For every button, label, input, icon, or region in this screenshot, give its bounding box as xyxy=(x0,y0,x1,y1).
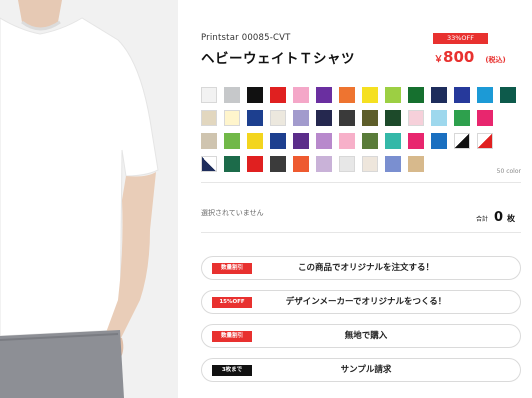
color-swatch[interactable] xyxy=(431,87,447,103)
color-swatch[interactable] xyxy=(293,156,309,172)
color-swatch[interactable] xyxy=(224,156,240,172)
action-label: 無地で購入 xyxy=(344,331,388,341)
color-swatch[interactable] xyxy=(408,156,424,172)
color-swatch[interactable] xyxy=(362,133,378,149)
color-swatch[interactable] xyxy=(293,133,309,149)
color-swatch[interactable] xyxy=(339,133,355,149)
color-swatch[interactable] xyxy=(247,110,263,126)
color-swatch[interactable] xyxy=(454,110,470,126)
color-swatch[interactable] xyxy=(385,133,401,149)
color-swatch[interactable] xyxy=(316,133,332,149)
color-swatch[interactable] xyxy=(362,87,378,103)
color-swatch[interactable] xyxy=(201,133,217,149)
color-swatch[interactable] xyxy=(224,87,240,103)
product-info-panel: Printstar 00085-CVT ヘビーウェイトＴシャツ 33%OFF ￥… xyxy=(201,0,521,398)
color-swatch[interactable] xyxy=(339,156,355,172)
color-swatch[interactable] xyxy=(477,133,493,149)
color-swatch[interactable] xyxy=(270,156,286,172)
color-count: 50 color xyxy=(496,168,521,175)
price: ￥800 (税込) xyxy=(434,47,506,66)
color-swatch[interactable] xyxy=(362,110,378,126)
color-swatch[interactable] xyxy=(454,133,470,149)
color-swatch[interactable] xyxy=(293,87,309,103)
order-original-button[interactable]: 数量割引 この商品でオリジナルを注文する！ xyxy=(201,256,521,280)
color-swatch[interactable] xyxy=(201,156,217,172)
selection-status: 選択されていません xyxy=(201,209,264,217)
sample-request-button[interactable]: 3枚まで サンプル請求 xyxy=(201,358,521,382)
color-swatch[interactable] xyxy=(339,110,355,126)
action-label: デザインメーカーでオリジナルをつくる！ xyxy=(285,297,447,307)
color-swatch[interactable] xyxy=(500,87,516,103)
design-maker-button[interactable]: 15%OFF デザインメーカーでオリジナルをつくる！ xyxy=(201,290,521,314)
color-swatch[interactable] xyxy=(316,110,332,126)
yen-mark: ￥ xyxy=(434,55,444,65)
product-photo xyxy=(0,0,178,398)
color-swatch[interactable] xyxy=(385,110,401,126)
color-swatch[interactable] xyxy=(316,87,332,103)
color-swatch[interactable] xyxy=(247,133,263,149)
color-swatch[interactable] xyxy=(270,87,286,103)
price-amount: 800 xyxy=(443,48,475,66)
color-swatch[interactable] xyxy=(408,133,424,149)
tax-note: (税込) xyxy=(485,56,506,64)
total-value: 0 xyxy=(493,210,503,225)
color-swatch[interactable] xyxy=(201,87,217,103)
color-swatch[interactable] xyxy=(408,87,424,103)
color-swatch[interactable] xyxy=(270,110,286,126)
total-quantity: 合計 0 枚 xyxy=(476,206,515,225)
total-label: 合計 xyxy=(475,216,488,223)
color-swatch[interactable] xyxy=(454,87,470,103)
color-swatch[interactable] xyxy=(247,87,263,103)
model-tshirt-image xyxy=(0,0,178,398)
total-unit: 枚 xyxy=(507,214,515,223)
color-swatch[interactable] xyxy=(201,110,217,126)
product-name: ヘビーウェイトＴシャツ xyxy=(201,51,355,67)
color-swatch[interactable] xyxy=(362,156,378,172)
discount-badge: 33%OFF xyxy=(433,33,488,44)
color-swatch[interactable] xyxy=(408,110,424,126)
color-swatch[interactable] xyxy=(431,133,447,149)
action-label: この商品でオリジナルを注文する！ xyxy=(297,263,434,273)
product-code: Printstar 00085-CVT xyxy=(201,33,291,43)
color-swatch[interactable] xyxy=(316,156,332,172)
color-swatch[interactable] xyxy=(270,133,286,149)
color-swatch[interactable] xyxy=(224,133,240,149)
color-swatch[interactable] xyxy=(247,156,263,172)
color-swatch[interactable] xyxy=(385,156,401,172)
color-swatch[interactable] xyxy=(431,110,447,126)
buy-plain-button[interactable]: 数量割引 無地で購入 xyxy=(201,324,521,348)
color-swatch[interactable] xyxy=(385,87,401,103)
divider xyxy=(201,232,521,233)
color-swatch[interactable] xyxy=(224,110,240,126)
color-swatch[interactable] xyxy=(477,87,493,103)
color-swatch[interactable] xyxy=(477,110,493,126)
action-label: サンプル請求 xyxy=(340,365,392,375)
color-swatch[interactable] xyxy=(339,87,355,103)
divider xyxy=(201,182,521,183)
color-swatch[interactable] xyxy=(293,110,309,126)
